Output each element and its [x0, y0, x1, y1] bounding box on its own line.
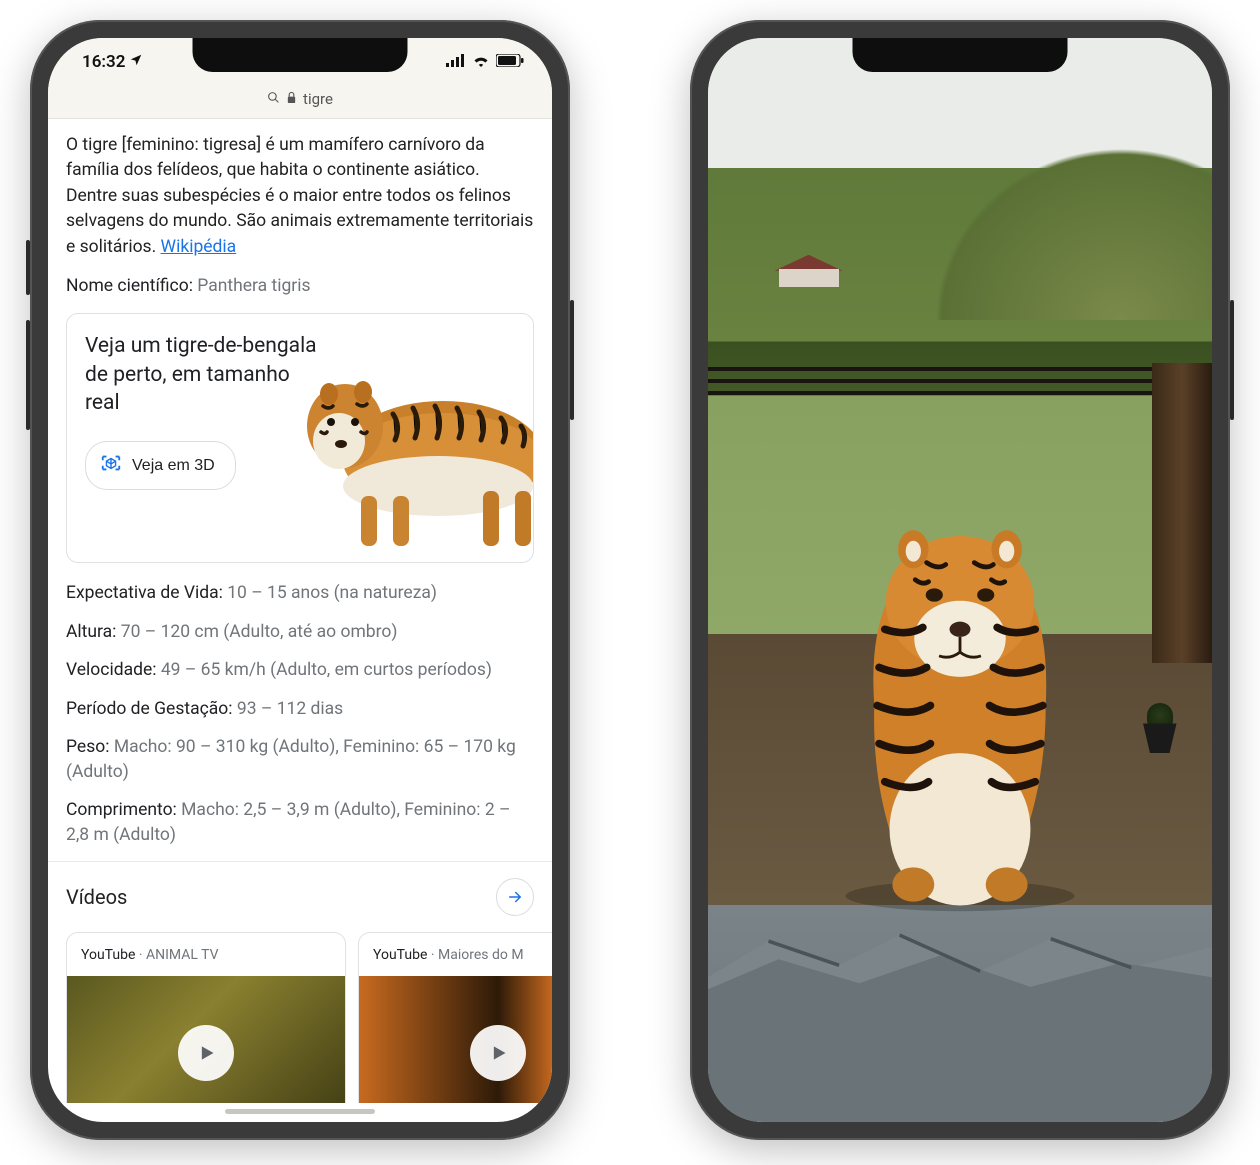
home-indicator[interactable] [225, 1109, 375, 1114]
fact-row: Peso: Macho: 90 – 310 kg (Adulto), Femin… [66, 735, 534, 784]
view-3d-label: Veja em 3D [132, 457, 215, 475]
knowledge-description: O tigre [feminino: tigresa] é um mamífer… [66, 133, 534, 260]
wood-post [1152, 363, 1212, 663]
background-house [779, 255, 839, 287]
fact-row: Altura: 70 – 120 cm (Adulto, até ao ombr… [66, 620, 534, 645]
ar-3d-card[interactable]: Veja um tigre-de-bengala de perto, em ta… [66, 313, 534, 563]
notch [193, 38, 408, 72]
video-duration: 15:11 [77, 1102, 113, 1103]
cube-3d-icon [100, 452, 122, 479]
screen-ar[interactable] [708, 38, 1212, 1122]
phone-frame-left: 16:32 [30, 20, 570, 1140]
video-thumbnail[interactable]: 15:11 [67, 976, 345, 1103]
phone-frame-right [690, 20, 1230, 1140]
videos-more-button[interactable] [496, 878, 534, 916]
search-content[interactable]: O tigre [feminino: tigresa] é um mamífer… [48, 119, 552, 1103]
background-hill [910, 125, 1212, 320]
ar-camera-scene[interactable] [708, 38, 1212, 1122]
notch [853, 38, 1068, 72]
screen-search: 16:32 [48, 38, 552, 1122]
cellular-icon [446, 52, 466, 72]
play-icon [470, 1025, 526, 1081]
ar-tiger-model[interactable] [805, 515, 1115, 915]
fact-row: Expectativa de Vida: 10 – 15 anos (na na… [66, 581, 534, 606]
fact-row: Período de Gestação: 93 – 112 dias [66, 697, 534, 722]
video-duration: 3:09 [369, 1102, 397, 1103]
video-carousel[interactable]: YouTube · ANIMAL TV 15:11 YouTube · Maio… [66, 932, 552, 1103]
lock-icon [286, 90, 297, 108]
status-time: 16:32 [82, 52, 125, 72]
location-icon [129, 52, 143, 72]
videos-header: Vídeos [66, 862, 534, 932]
fact-row: Comprimento: Macho: 2,5 – 3,9 m (Adulto)… [66, 798, 534, 847]
wifi-icon [472, 52, 490, 72]
background-fence [708, 363, 1212, 408]
tiger-3d-preview-image [283, 336, 534, 546]
foreground-rocks [708, 905, 1212, 1122]
wikipedia-link[interactable]: Wikipédia [161, 237, 237, 257]
scientific-name-row: Nome científico: Panthera tigris [66, 274, 534, 299]
url-bar[interactable]: tigre [48, 86, 552, 119]
plant-pot [1138, 703, 1182, 753]
video-card[interactable]: YouTube · Maiores do M 3:09 [358, 932, 552, 1103]
play-icon [178, 1025, 234, 1081]
battery-icon [496, 52, 524, 72]
video-thumbnail[interactable]: 3:09 [359, 976, 552, 1103]
search-icon [267, 90, 280, 108]
view-3d-button[interactable]: Veja em 3D [85, 441, 236, 490]
facts-list: Expectativa de Vida: 10 – 15 anos (na na… [66, 581, 534, 847]
video-card[interactable]: YouTube · ANIMAL TV 15:11 [66, 932, 346, 1103]
fact-row: Velocidade: 49 – 65 km/h (Adulto, em cur… [66, 658, 534, 683]
videos-heading: Vídeos [66, 883, 127, 912]
url-query: tigre [303, 90, 333, 108]
